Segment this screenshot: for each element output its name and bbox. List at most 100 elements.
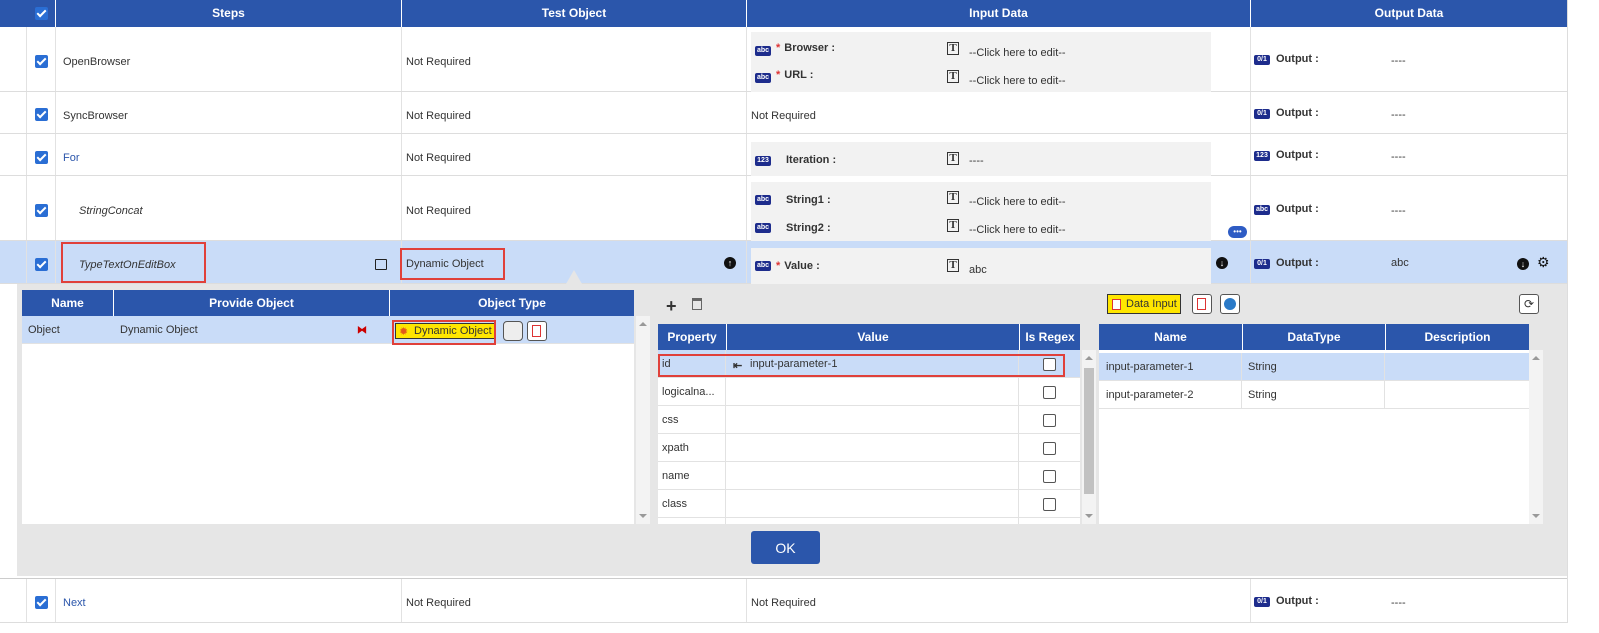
row-checkbox[interactable] xyxy=(35,108,48,121)
col-is-regex[interactable]: Is Regex xyxy=(1019,324,1080,350)
parameter-name[interactable]: input-parameter-1 xyxy=(1106,361,1193,373)
text-type-icon[interactable]: T xyxy=(947,259,959,272)
regex-checkbox[interactable] xyxy=(1043,414,1056,427)
input-value[interactable]: --Click here to edit-- xyxy=(969,47,1066,59)
table-row[interactable]: logicalna... xyxy=(658,378,1080,406)
text-type-icon[interactable]: T xyxy=(947,219,959,232)
row-checkbox[interactable] xyxy=(35,258,48,271)
col-name[interactable]: Name xyxy=(22,290,113,316)
collapse-up-icon[interactable]: ↑ xyxy=(724,257,736,269)
output-label: Output : xyxy=(1276,149,1319,161)
table-row[interactable]: name xyxy=(658,462,1080,490)
text-type-icon[interactable]: T xyxy=(947,70,959,83)
data-input-button[interactable]: Data Input xyxy=(1107,294,1181,314)
parameter-type[interactable]: String xyxy=(1248,361,1277,373)
regex-checkbox[interactable] xyxy=(1043,442,1056,455)
col-object-type[interactable]: Object Type xyxy=(389,290,634,316)
header-output-data[interactable]: Output Data xyxy=(1250,0,1567,27)
object-spy-icon[interactable]: ⧓ xyxy=(357,325,367,336)
table-row[interactable]: input-parameter-1 String xyxy=(1099,353,1529,381)
header-test-object[interactable]: Test Object xyxy=(401,0,746,27)
table-row[interactable]: input-parameter-2 String xyxy=(1099,381,1529,409)
col-description[interactable]: Description xyxy=(1385,324,1529,350)
regex-checkbox[interactable] xyxy=(1043,498,1056,511)
refresh-button[interactable]: ⟳ xyxy=(1519,294,1539,314)
step-name[interactable]: StringConcat xyxy=(79,205,143,217)
col-name[interactable]: Name xyxy=(1099,324,1242,350)
table-row[interactable]: Object Dynamic Object ⧓ ✹ Dynamic Object xyxy=(22,316,634,344)
download-icon[interactable]: ↓ xyxy=(1517,258,1529,270)
row-checkbox[interactable] xyxy=(35,151,48,164)
gear-icon[interactable]: ⚙ xyxy=(1537,255,1550,269)
input-value[interactable]: --Click here to edit-- xyxy=(969,224,1066,236)
step-name[interactable]: OpenBrowser xyxy=(63,56,130,68)
output-value[interactable]: ---- xyxy=(1391,55,1406,67)
input-data-text: Not Required xyxy=(751,597,816,609)
input-value[interactable]: --Click here to edit-- xyxy=(969,196,1066,208)
import-button[interactable] xyxy=(1192,294,1212,314)
row-checkbox[interactable] xyxy=(35,596,48,609)
scroll-up-arrow[interactable] xyxy=(1532,356,1540,360)
table-row[interactable]: xpath xyxy=(658,434,1080,462)
input-value[interactable]: abc xyxy=(969,264,987,276)
table-row[interactable]: OpenBrowser Not Required abc * Browser : … xyxy=(0,27,1567,92)
col-value[interactable]: Value xyxy=(726,324,1019,350)
table-row[interactable]: StringConcat Not Required abc String1 : … xyxy=(0,176,1567,241)
regex-checkbox[interactable] xyxy=(1043,386,1056,399)
settings-gray-button[interactable] xyxy=(503,321,523,341)
input-value[interactable]: --Click here to edit-- xyxy=(969,75,1066,87)
input-value[interactable]: ---- xyxy=(969,155,984,167)
table-row[interactable]: Next Not Required Not Required 0/1 Outpu… xyxy=(0,578,1567,623)
more-button[interactable]: ••• xyxy=(1228,226,1247,238)
regex-checkbox[interactable] xyxy=(1043,470,1056,483)
output-value[interactable]: abc xyxy=(1391,257,1409,269)
input-data-box: abc * Browser : T --Click here to edit-- … xyxy=(751,32,1211,92)
scroll-down-arrow[interactable] xyxy=(1532,514,1540,518)
table-row[interactable]: css xyxy=(658,406,1080,434)
parameter-grid: input-parameter-1 String input-parameter… xyxy=(1099,350,1529,524)
import-button[interactable] xyxy=(527,321,547,341)
scroll-down-arrow[interactable] xyxy=(1085,514,1093,518)
table-header: Steps Test Object Input Data Output Data xyxy=(0,0,1567,27)
delete-icon[interactable] xyxy=(692,298,702,310)
col-datatype[interactable]: DataType xyxy=(1242,324,1385,350)
step-name[interactable]: SyncBrowser xyxy=(63,110,128,122)
row-checkbox[interactable] xyxy=(35,204,48,217)
globe-button[interactable] xyxy=(1220,294,1240,314)
scroll-up-arrow[interactable] xyxy=(1085,356,1093,360)
scrollbar[interactable] xyxy=(636,316,650,524)
object-grid-header: Name Provide Object Object Type xyxy=(22,290,634,316)
expand-down-icon[interactable]: ↓ xyxy=(1216,257,1228,269)
row-checkbox[interactable] xyxy=(35,55,48,68)
scrollbar[interactable] xyxy=(1082,350,1096,524)
table-row-selected[interactable]: TypeTextOnEditBox Dynamic Object ↑ abc *… xyxy=(0,241,1567,284)
output-value[interactable]: ---- xyxy=(1391,597,1406,609)
step-name[interactable]: For xyxy=(63,152,80,164)
output-value[interactable]: ---- xyxy=(1391,205,1406,217)
text-type-icon[interactable]: T xyxy=(947,152,959,165)
col-property[interactable]: Property xyxy=(658,324,726,350)
scroll-thumb[interactable] xyxy=(1084,368,1094,494)
scroll-down-arrow[interactable] xyxy=(639,514,647,518)
parameter-type[interactable]: String xyxy=(1248,389,1277,401)
output-label: Output : xyxy=(1276,203,1319,215)
table-row[interactable]: For Not Required 123 Iteration : T ---- … xyxy=(0,134,1567,176)
add-icon[interactable]: + xyxy=(666,296,677,317)
header-steps[interactable]: Steps xyxy=(55,0,401,27)
scroll-up-arrow[interactable] xyxy=(639,322,647,326)
output-value[interactable]: ---- xyxy=(1391,109,1406,121)
text-type-icon[interactable]: T xyxy=(947,191,959,204)
output-value[interactable]: ---- xyxy=(1391,151,1406,163)
parameter-name[interactable]: input-parameter-2 xyxy=(1106,389,1193,401)
edit-icon[interactable] xyxy=(375,259,387,270)
step-name[interactable]: Next xyxy=(63,597,86,609)
table-row[interactable]: SyncBrowser Not Required Not Required 0/… xyxy=(0,92,1567,134)
table-row[interactable]: class xyxy=(658,490,1080,518)
header-input-data[interactable]: Input Data xyxy=(746,0,1250,27)
ok-button[interactable]: OK xyxy=(751,531,820,564)
select-all-checkbox[interactable] xyxy=(35,7,48,20)
scrollbar[interactable] xyxy=(1529,350,1543,524)
text-type-icon[interactable]: T xyxy=(947,42,959,55)
number-type-icon: 123 xyxy=(755,156,771,166)
col-provide-object[interactable]: Provide Object xyxy=(113,290,389,316)
